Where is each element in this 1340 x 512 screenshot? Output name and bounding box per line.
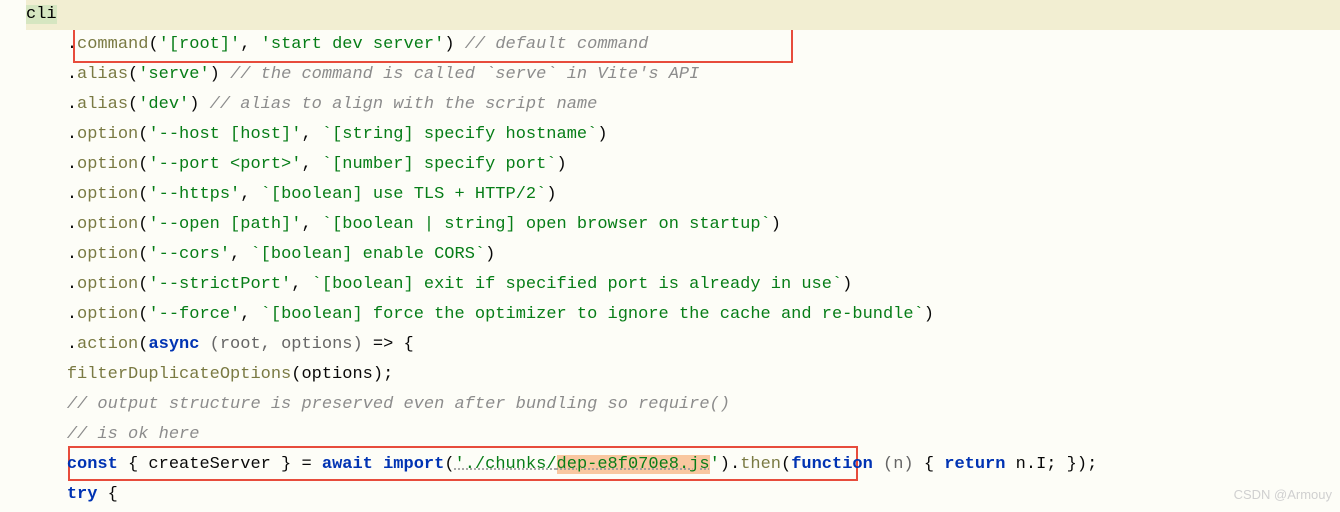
code-line: .alias('dev') // alias to align with the… <box>26 90 1340 120</box>
code-line: .alias('serve') // the command is called… <box>26 60 1340 90</box>
code-line: .option('--force', `[boolean] force the … <box>26 300 1340 330</box>
code-line: .option('--https', `[boolean] use TLS + … <box>26 180 1340 210</box>
watermark: CSDN @Armouy <box>1234 480 1332 510</box>
code-line: .option('--cors', `[boolean] enable CORS… <box>26 240 1340 270</box>
code-line: const { createServer } = await import('.… <box>26 450 1340 480</box>
code-line: .option('--open [path]', `[boolean | str… <box>26 210 1340 240</box>
code-line: // is ok here <box>26 420 1340 450</box>
code-line: .command('[root]', 'start dev server') /… <box>26 30 1340 60</box>
code-line: // output structure is preserved even af… <box>26 390 1340 420</box>
code-line: filterDuplicateOptions(options); <box>26 360 1340 390</box>
code-line: .option('--host [host]', `[string] speci… <box>26 120 1340 150</box>
code-editor: cli .command('[root]', 'start dev server… <box>0 0 1340 510</box>
code-line: .action(async (root, options) => { <box>26 330 1340 360</box>
code-line: .option('--port <port>', `[number] speci… <box>26 150 1340 180</box>
code-line: cli <box>26 0 1340 30</box>
code-line: .option('--strictPort', `[boolean] exit … <box>26 270 1340 300</box>
code-line: try { <box>26 480 1340 510</box>
